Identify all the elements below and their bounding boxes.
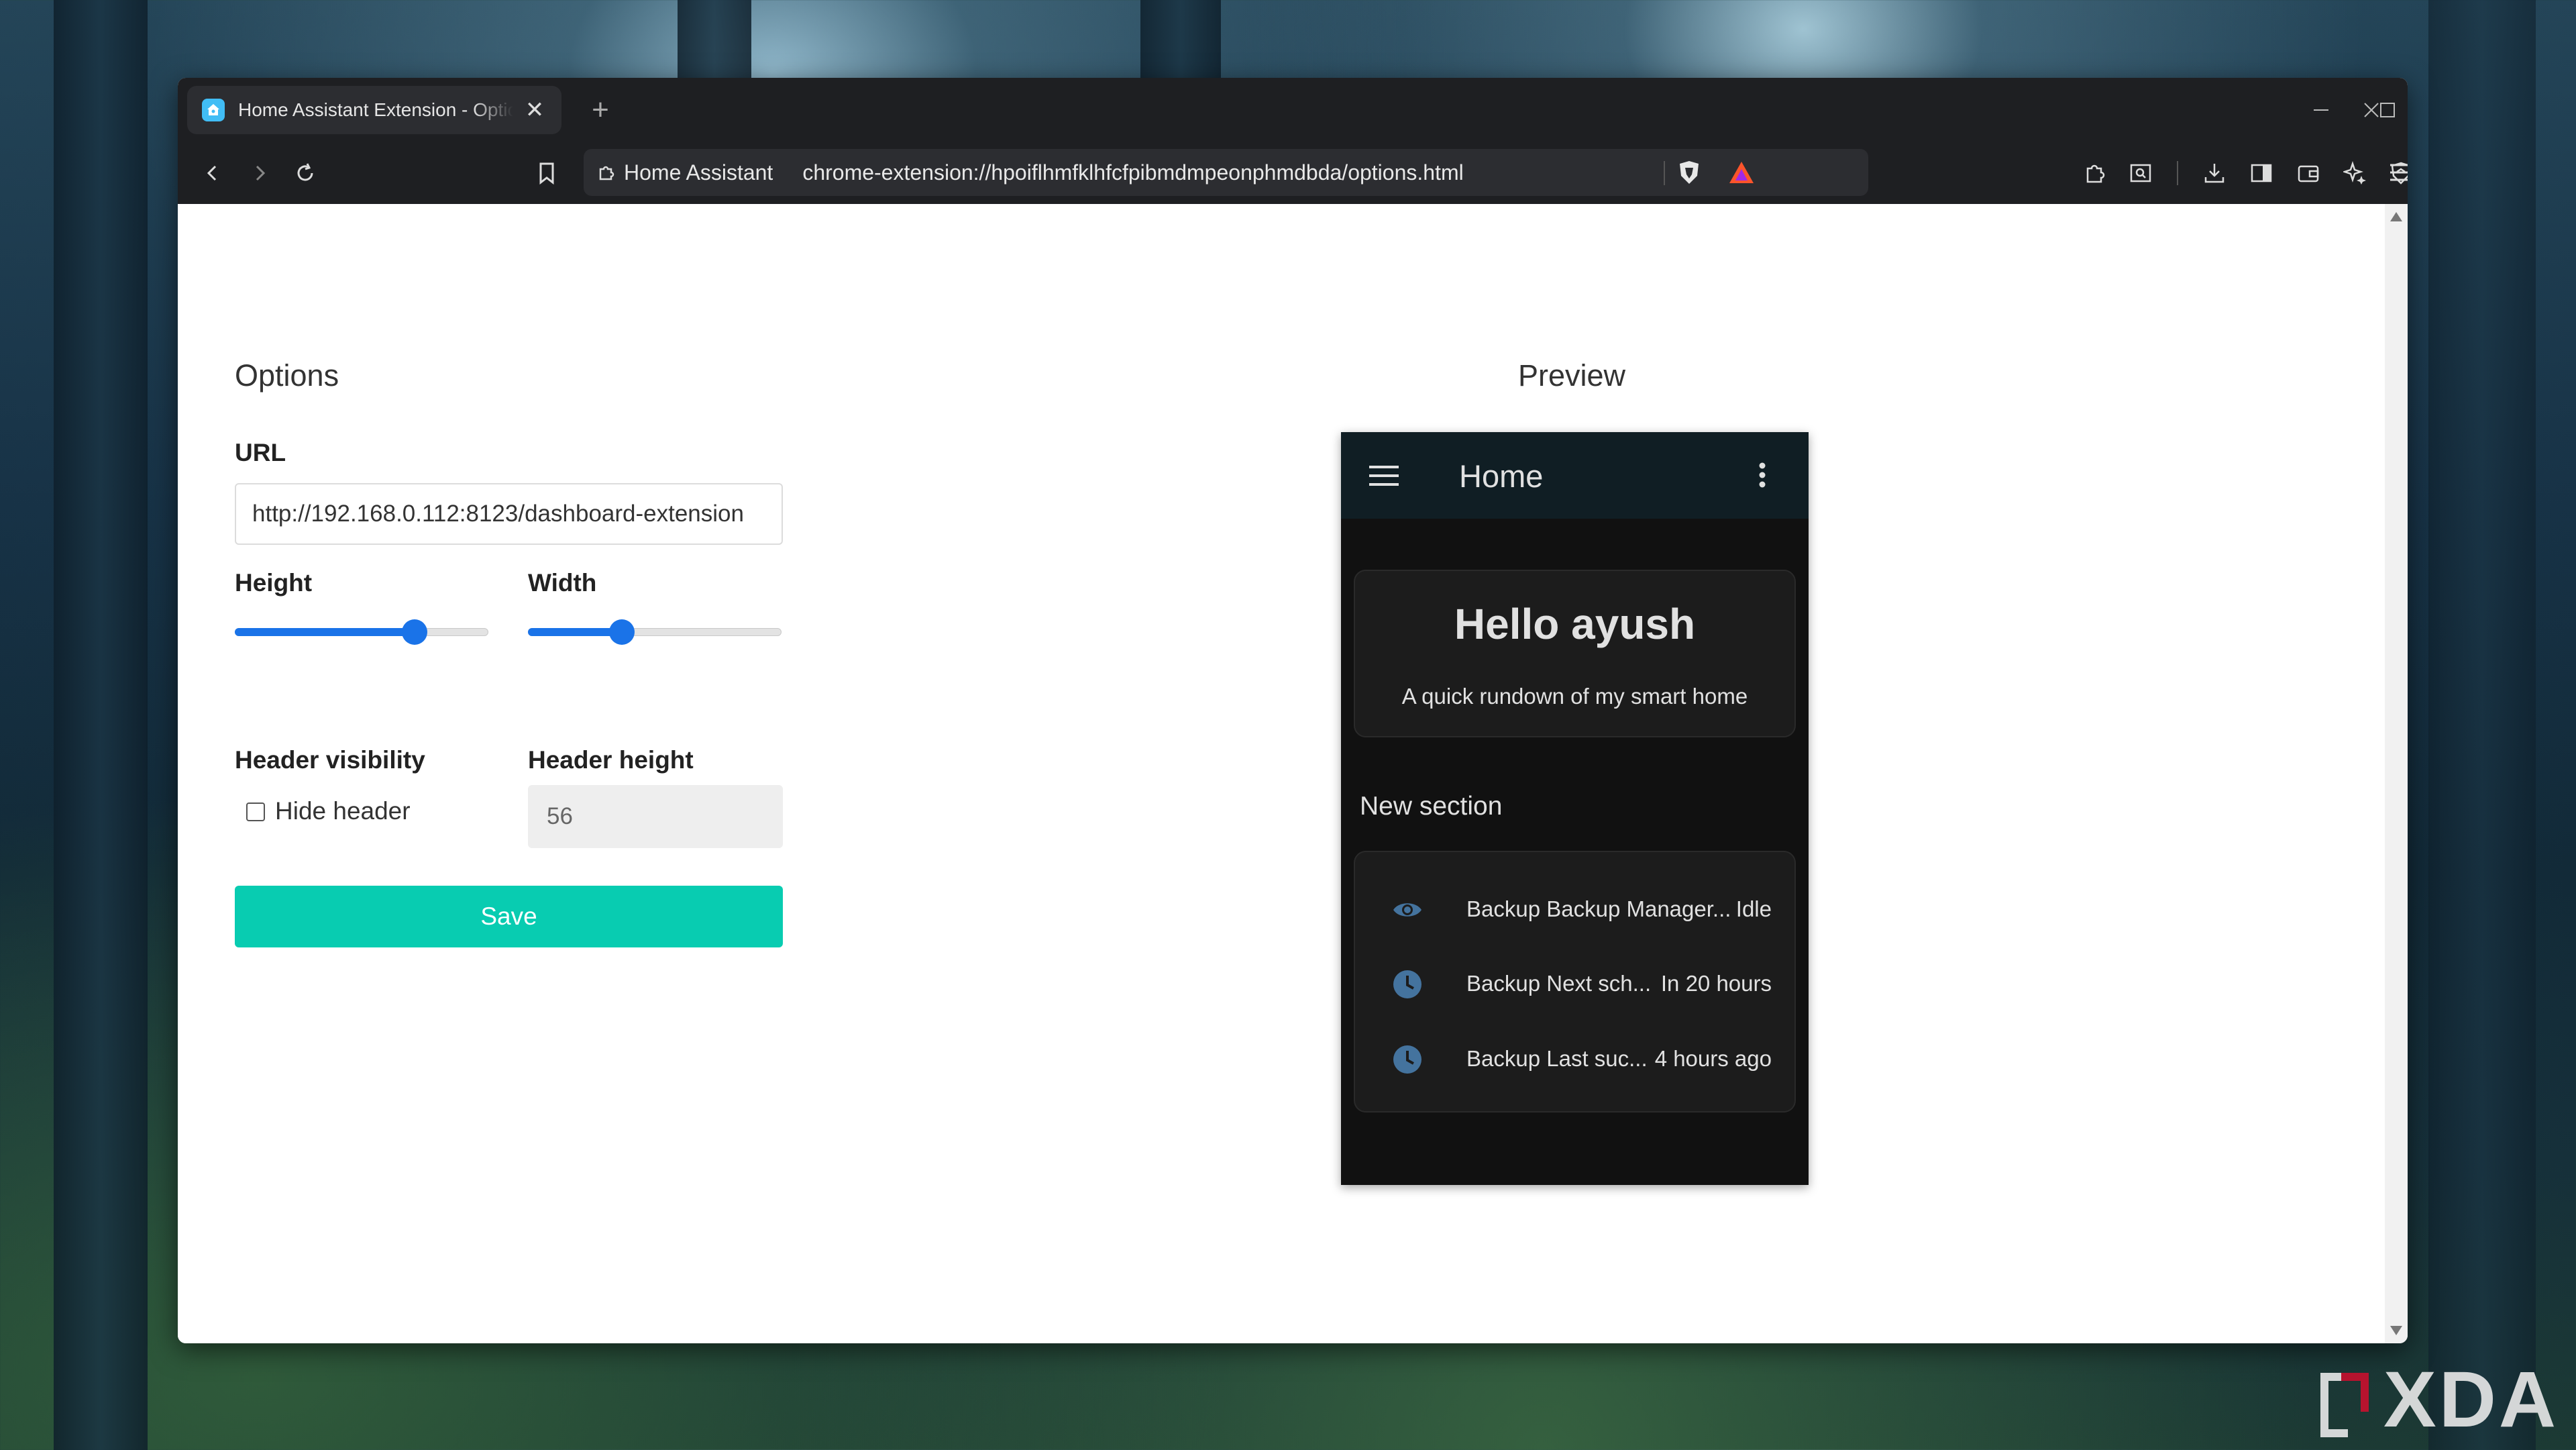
home-assistant-favicon-icon (202, 99, 225, 121)
slider-thumb[interactable] (402, 619, 428, 645)
omnibox-divider (1664, 161, 1665, 185)
new-tab-button[interactable]: + (580, 90, 621, 130)
preview-app-title: Home (1459, 458, 1544, 494)
hamburger-menu-icon[interactable] (2389, 162, 2408, 186)
entity-state: Idle (1735, 896, 1772, 921)
section-title: New section (1360, 792, 1503, 821)
hide-header-checkbox[interactable] (246, 802, 265, 821)
greeting-card: Hello ayush A quick rundown of my smart … (1354, 570, 1796, 737)
options-heading: Options (235, 358, 339, 393)
slider-fill (528, 628, 622, 636)
background-tree (1140, 0, 1221, 81)
bookmark-icon[interactable] (528, 154, 566, 192)
tab-close-icon[interactable]: ✕ (523, 97, 547, 123)
scroll-down-icon[interactable] (2390, 1326, 2402, 1335)
header-height-label: Header height (528, 746, 694, 774)
overflow-menu-icon[interactable] (1758, 462, 1767, 492)
download-icon[interactable] (2196, 154, 2233, 192)
tab-title: Home Assistant Extension - Options (238, 99, 513, 120)
options-page: Options URL http://192.168.0.112:8123/da… (178, 204, 2385, 1343)
extensions-icon[interactable] (2076, 154, 2114, 192)
entity-name: Backup Backup Manager... (1466, 896, 1731, 921)
title-bar: Home Assistant Extension - Options ✕ + (178, 78, 2408, 141)
entity-row[interactable]: Backup Last suc... 4 hours ago (1355, 1031, 1794, 1085)
entity-name: Backup Last suc... (1466, 1046, 1648, 1071)
xda-wordmark: XDA (2383, 1355, 2559, 1444)
clock-icon (1391, 968, 1424, 1000)
height-label: Height (235, 569, 313, 597)
browser-toolbar: Home Assistant chrome-extension://hpoifl… (178, 141, 2408, 204)
screenshot-search-icon[interactable] (2122, 154, 2159, 192)
scroll-up-icon[interactable] (2390, 212, 2402, 221)
active-tab[interactable]: Home Assistant Extension - Options ✕ (187, 86, 561, 134)
back-icon[interactable] (194, 154, 231, 192)
forward-icon[interactable] (241, 154, 278, 192)
slider-fill (235, 628, 415, 636)
site-info-chip[interactable]: Home Assistant (584, 160, 773, 185)
height-slider[interactable] (235, 619, 488, 645)
greeting-subtitle: A quick rundown of my smart home (1401, 684, 1748, 709)
page-scrollbar[interactable] (2385, 204, 2408, 1343)
wallet-icon[interactable] (2290, 154, 2327, 192)
url-input[interactable]: http://192.168.0.112:8123/dashboard-exte… (235, 483, 783, 545)
entity-state: 4 hours ago (1654, 1046, 1772, 1071)
minimize-icon[interactable] (2301, 93, 2341, 127)
url-label: URL (235, 439, 286, 466)
url-text: chrome-extension://hpoiflhmfklhfcfpibmdm… (802, 160, 1464, 185)
extension-puzzle-icon (599, 166, 614, 180)
reload-icon[interactable] (286, 154, 324, 192)
background-tree (54, 0, 148, 1450)
entities-card: Backup Backup Manager... Idle Backup Nex… (1354, 851, 1796, 1112)
background-tree (2428, 0, 2536, 1450)
entity-row[interactable]: Backup Backup Manager... Idle (1355, 882, 1794, 935)
background-tree (678, 0, 751, 81)
entity-row[interactable]: Backup Next sch... In 20 hours (1355, 956, 1794, 1010)
hamburger-icon[interactable] (1369, 466, 1399, 489)
greeting-title: Hello ayush (1454, 600, 1696, 648)
dashboard-preview: Home Hello ayush A quick rundown of my s… (1341, 432, 1809, 1185)
slider-thumb[interactable] (608, 619, 635, 645)
save-button[interactable]: Save (235, 886, 783, 947)
preview-app-header: Home (1341, 432, 1809, 519)
sidebar-icon[interactable] (2243, 154, 2280, 192)
width-label: Width (528, 569, 597, 597)
preview-heading: Preview (1518, 358, 1626, 393)
width-slider[interactable] (528, 619, 782, 645)
site-chip-label: Home Assistant (624, 160, 773, 185)
xda-watermark: XDA (2318, 1354, 2559, 1445)
address-bar[interactable]: Home Assistant chrome-extension://hpoifl… (584, 149, 1868, 196)
brave-shields-icon[interactable] (1677, 160, 1701, 191)
header-height-input[interactable]: 56 (528, 785, 783, 848)
xda-logo-icon (2318, 1366, 2371, 1437)
toolbar-divider (2177, 161, 2178, 185)
header-visibility-label: Header visibility (235, 746, 425, 774)
entity-state: In 20 hours (1660, 971, 1772, 996)
brave-rewards-icon[interactable] (1728, 160, 1755, 191)
eye-icon (1391, 894, 1424, 926)
hide-header-label[interactable]: Hide header (275, 797, 411, 825)
entity-name: Backup Next sch... (1466, 971, 1652, 996)
close-window-icon[interactable] (2351, 93, 2392, 127)
leo-ai-icon[interactable] (2337, 154, 2374, 192)
clock-icon (1391, 1043, 1424, 1076)
browser-window: Home Assistant Extension - Options ✕ + H… (178, 78, 2408, 1343)
